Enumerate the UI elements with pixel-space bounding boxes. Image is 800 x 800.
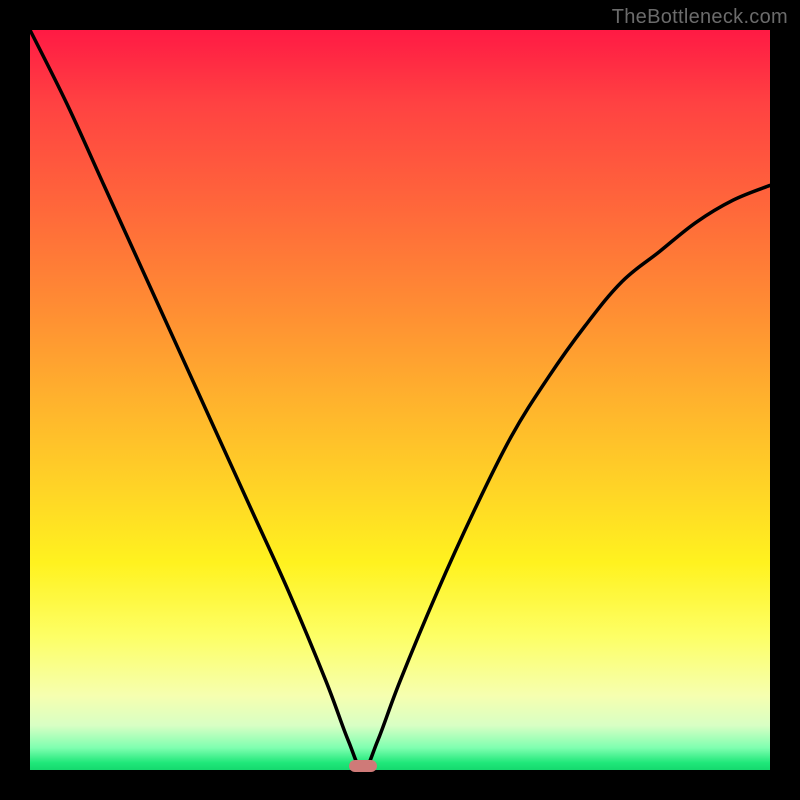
bottleneck-curve bbox=[30, 30, 770, 770]
min-marker bbox=[349, 760, 377, 772]
watermark-text: TheBottleneck.com bbox=[612, 6, 788, 29]
